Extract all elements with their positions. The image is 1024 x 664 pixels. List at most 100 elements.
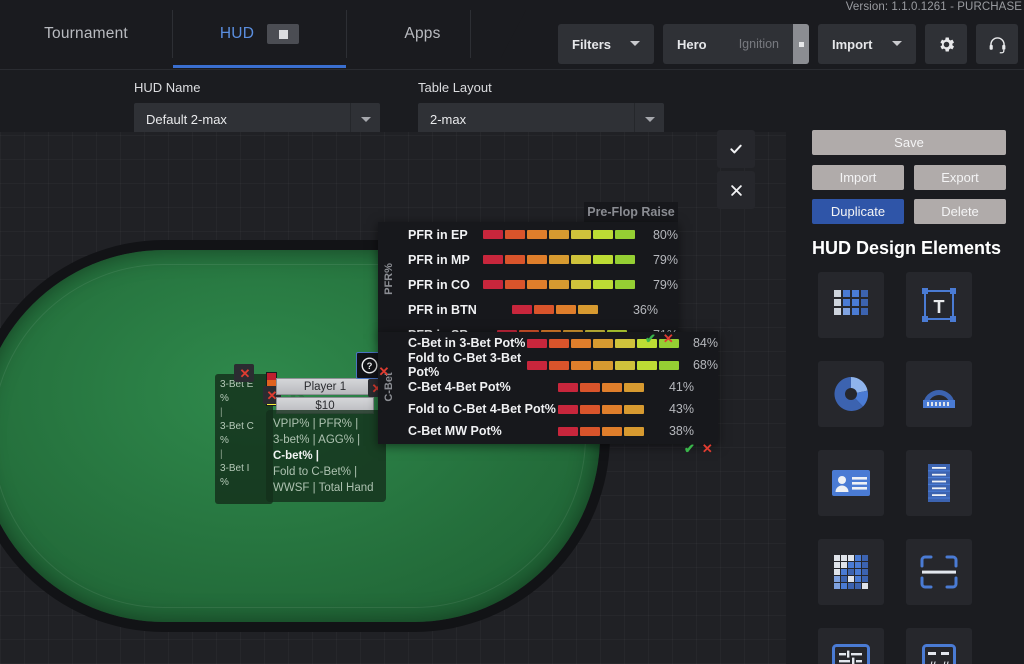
three-bet-line: % (220, 393, 229, 404)
stat-bar-segment (570, 360, 591, 370)
stat-bar-segment (548, 338, 569, 348)
stat-bar (558, 404, 644, 414)
element-slider-panel[interactable] (818, 628, 884, 664)
hero-dropdown-handle[interactable] (793, 24, 809, 64)
three-bet-line: % (220, 477, 229, 488)
table-row[interactable]: Fold to C-Bet 4-Bet Pot% 43% (378, 398, 718, 420)
stat-bar-segment (548, 360, 569, 370)
stat-value: 43% (668, 402, 694, 416)
filters-button[interactable]: Filters (558, 24, 654, 64)
stat-name: C-Bet in 3-Bet Pot% (408, 336, 526, 350)
table-row[interactable]: Fold to C-Bet 3-Bet Pot% 68% (378, 351, 718, 379)
player-nameplate[interactable]: Player 1 $10 (276, 378, 374, 414)
element-divider-frame[interactable] (906, 539, 972, 605)
table-row[interactable]: PFR in MP 79% (378, 247, 678, 272)
delete-button[interactable]: Delete (914, 199, 1006, 224)
check-icon[interactable]: ✔ (645, 331, 656, 347)
hud-name-select[interactable]: Default 2-max (134, 103, 380, 135)
stat-bar-segment (624, 382, 644, 392)
close-icon[interactable]: ✕ (375, 362, 393, 380)
gear-icon (939, 37, 954, 51)
stat-value: 41% (668, 380, 694, 394)
import-button[interactable]: Import (818, 24, 916, 64)
three-bet-line: 3-Bet C (220, 421, 254, 432)
duplicate-button[interactable]: Duplicate (812, 199, 904, 224)
cbet-stat-panel[interactable]: C-Bet in 3-Bet Pot% 84% Fold to C-Bet 3-… (378, 332, 718, 444)
stat-name: Fold to C-Bet 3-Bet Pot% (408, 351, 522, 379)
hero-value: Ignition (738, 37, 779, 51)
element-pixel-grid[interactable] (818, 539, 884, 605)
slider-panel-icon (832, 644, 870, 664)
tab-hud[interactable]: HUD (172, 10, 346, 68)
stat-value: 36% (632, 302, 658, 317)
hero-selector[interactable]: Hero Ignition (663, 24, 809, 64)
stat-value: 38% (668, 424, 694, 438)
export-profile-button[interactable]: Export (914, 165, 1006, 190)
import-label: Import (832, 36, 873, 52)
elements-section-title: HUD Design Elements (812, 238, 1002, 258)
close-icon[interactable]: ✕ (663, 331, 674, 347)
element-list-rows[interactable] (906, 450, 972, 516)
hud-element-stats[interactable]: VPIP% | PFR% | 3-bet% | AGG% | C-bet% | … (266, 410, 386, 502)
cancel-button[interactable] (717, 171, 755, 209)
stat-bar-segment (534, 305, 554, 314)
check-icon[interactable]: ✔ (684, 441, 695, 457)
table-row[interactable]: PFR in BTN 36% (378, 297, 678, 322)
stat-bar-segment (614, 230, 635, 239)
hud-name-value: Default 2-max (146, 111, 227, 127)
stat-bar-segment (558, 382, 578, 392)
pixel-grid-icon (834, 555, 868, 589)
stat-bar-segment (580, 426, 600, 436)
stat-bar-segment (526, 230, 547, 239)
svg-text:?: ? (367, 361, 373, 372)
close-icon[interactable]: ✕ (702, 441, 713, 457)
element-gauge[interactable] (906, 361, 972, 427)
import-profile-button[interactable]: Import (812, 165, 904, 190)
stat-bar-segment (482, 280, 503, 289)
element-number-box[interactable]: # # (906, 628, 972, 664)
pie-chart-icon (834, 377, 869, 411)
stat-bar-segment (482, 255, 503, 264)
stat-bar-segment (614, 255, 635, 264)
tab-tournament[interactable]: Tournament (0, 10, 172, 58)
element-id-card[interactable] (818, 450, 884, 516)
stat-bar-segment (578, 305, 598, 314)
table-layout-select[interactable]: 2-max (418, 103, 664, 135)
settings-button[interactable] (925, 24, 967, 64)
table-layout-label: Table Layout (418, 80, 492, 95)
hud-stat-line: VPIP% | PFR% | (273, 418, 359, 430)
stat-bar (482, 280, 635, 289)
element-grid-blocks[interactable] (818, 272, 884, 338)
cbet-vertical-tab[interactable]: C-Bet (378, 332, 400, 444)
stat-bar-segment (580, 382, 600, 392)
save-button[interactable]: Save (812, 130, 1006, 155)
pfr-stat-panel[interactable]: PFR in EP 80% PFR in MP 79% PFR in CO 79… (378, 222, 678, 342)
stat-bar-segment (614, 280, 635, 289)
headset-icon (989, 36, 1005, 53)
stat-bar-segment (556, 305, 576, 314)
pfr-vertical-label: PFR% (383, 262, 395, 295)
stat-bar-segment (624, 404, 644, 414)
table-row[interactable]: PFR in CO 79% (378, 272, 678, 297)
element-pie-chart[interactable] (818, 361, 884, 427)
close-icon[interactable]: ✕ (236, 364, 254, 382)
chevron-down-icon[interactable] (350, 103, 380, 135)
stat-name: Fold to C-Bet 4-Bet Pot% (408, 402, 556, 416)
hud-elements-grid: T (818, 272, 972, 664)
stat-bar-segment (592, 280, 613, 289)
confirm-button[interactable] (717, 130, 755, 168)
stat-bar-segment (602, 404, 622, 414)
table-row[interactable]: C-Bet MW Pot% 38% (378, 420, 718, 442)
element-text-box[interactable]: T (906, 272, 972, 338)
hud-toggle-badge[interactable] (267, 24, 300, 44)
right-panel: Save Import Export Duplicate Delete HUD … (786, 70, 1024, 664)
table-row[interactable]: C-Bet 4-Bet Pot% 41% (378, 376, 718, 398)
cbet-bottom-actions: ✔ ✕ (684, 441, 713, 457)
stat-bar-segment (592, 338, 613, 348)
support-button[interactable] (976, 24, 1018, 64)
stat-bar-segment (624, 426, 644, 436)
pfr-vertical-tab[interactable]: PFR% (378, 222, 400, 337)
table-row[interactable]: PFR in EP 80% (378, 222, 678, 247)
svg-text:T: T (934, 297, 945, 317)
chevron-down-icon[interactable] (634, 103, 664, 135)
